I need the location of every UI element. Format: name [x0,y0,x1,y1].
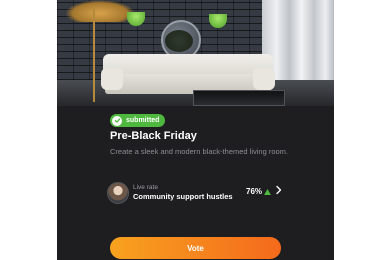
live-rate-label: Live rate [133,184,158,191]
triangle-up-icon [264,188,271,195]
plant [165,30,193,52]
challenge-title: Pre-Black Friday [110,130,197,142]
left-margin [0,0,57,260]
sofa-arm [101,68,123,90]
avatar [107,182,129,204]
glass-coffee-table [193,90,285,106]
vote-button[interactable]: Vote [110,237,281,259]
sofa-arm [253,68,275,90]
challenge-description: Create a sleek and modern black-themed l… [110,147,289,156]
room-design-image[interactable] [57,0,334,106]
status-badge-label: submitted [126,117,160,124]
live-rate-name: Community support hustles [133,192,233,201]
check-icon [112,115,122,126]
palm-lamp [65,0,135,22]
chevron-right-icon[interactable] [275,185,283,195]
right-margin [334,0,390,260]
status-badge: submitted [110,114,166,127]
challenge-card: submitted Pre-Black Friday Create a slee… [57,0,334,260]
live-rate-percent: 76% [246,187,271,196]
percent-value: 76% [246,187,263,196]
lamp-stand [93,6,95,102]
